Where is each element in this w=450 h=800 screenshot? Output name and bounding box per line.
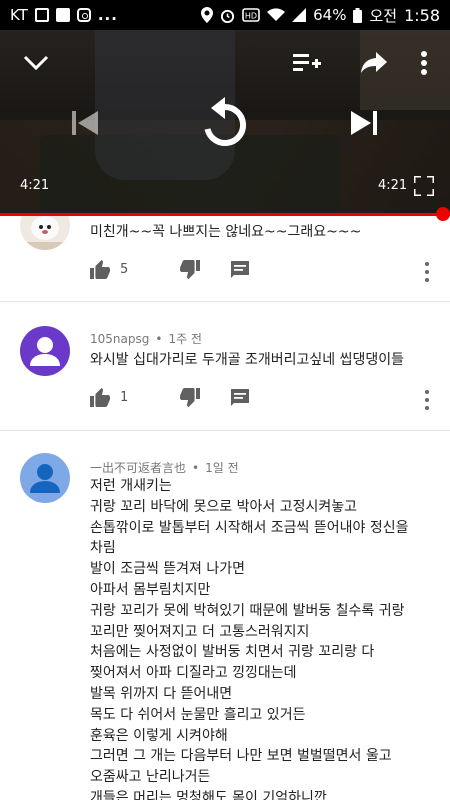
- default-user-avatar-icon: [30, 337, 60, 366]
- thumbs-down-icon: [180, 260, 201, 279]
- player-more-button[interactable]: [412, 45, 436, 81]
- svg-text:HD: HD: [245, 12, 257, 21]
- avatar[interactable]: [20, 326, 70, 376]
- battery-percent: 64%: [313, 6, 347, 24]
- share-icon: [361, 52, 387, 73]
- default-user-avatar-icon: [30, 464, 60, 493]
- avatar[interactable]: [20, 216, 70, 250]
- reply-button[interactable]: [231, 389, 250, 406]
- total-duration: 4:21: [378, 178, 408, 193]
- comment-meta: 一出不可返者言也 • 1일 전: [90, 459, 239, 476]
- alarm-icon: [221, 9, 235, 23]
- add-to-playlist-button[interactable]: [290, 47, 324, 79]
- reply-comment-icon: [231, 389, 250, 406]
- comment-author[interactable]: 一出不可返者言也: [90, 461, 186, 475]
- facebook-notification-icon: [55, 8, 70, 22]
- battery-icon: [353, 7, 363, 23]
- like-button[interactable]: 5: [90, 260, 128, 279]
- image-notification-icon: [34, 8, 49, 22]
- like-count: 5: [120, 262, 129, 277]
- next-button[interactable]: [349, 108, 379, 138]
- skip-previous-icon: [72, 111, 98, 135]
- video-player[interactable]: 4:21 4:21: [0, 30, 450, 214]
- comment-age: 1일 전: [205, 461, 239, 475]
- comment-item: 一出不可返者言也 • 1일 전 저런 개새키는 귀랑 꼬리 바닥에 못으로 박아서 …: [0, 431, 450, 800]
- thumbs-down-icon: [180, 388, 201, 407]
- elapsed-time: 4:21: [20, 178, 50, 193]
- time-ampm: 오전: [369, 6, 398, 25]
- carrier-label: KT: [10, 6, 28, 24]
- dislike-button[interactable]: [180, 388, 201, 407]
- like-button[interactable]: 1: [90, 388, 128, 407]
- fullscreen-icon: [414, 176, 434, 196]
- previous-button[interactable]: [70, 108, 100, 138]
- instagram-notification-icon: [76, 8, 91, 22]
- comment-more-button[interactable]: [420, 390, 434, 410]
- comment-age: 1주 전: [168, 332, 202, 346]
- fullscreen-button[interactable]: [412, 174, 436, 198]
- progress-scrubber[interactable]: [436, 207, 450, 221]
- more-notifications-indicator: ...: [97, 6, 118, 24]
- comment-item: 105napsg • 1주 전 와시발 십대가리로 두개골 조개버리고싶네 씹댕댕이…: [0, 302, 450, 431]
- comment-item: 미친개~~꼭 나쁘지는 않네요~~그래요~~~ 5: [0, 216, 450, 302]
- skip-next-icon: [351, 111, 377, 135]
- location-icon: [201, 7, 214, 23]
- hd-voice-icon: HD: [242, 8, 260, 22]
- clock: 1:58: [404, 5, 440, 25]
- status-bar: KT ... HD 64% 오전 1:58: [0, 0, 450, 30]
- comment-actions: 1: [90, 388, 250, 407]
- comment-actions: 5: [90, 260, 250, 279]
- comment-meta: 105napsg • 1주 전: [90, 330, 202, 347]
- minimize-button[interactable]: [20, 47, 52, 79]
- thumbs-up-icon: [90, 260, 110, 279]
- comment-author[interactable]: 105napsg: [90, 332, 149, 346]
- replay-button[interactable]: [195, 95, 255, 155]
- avatar[interactable]: [20, 453, 70, 503]
- like-count: 1: [120, 390, 129, 405]
- replay-icon: [204, 97, 247, 146]
- dog-photo-avatar-image: [20, 216, 70, 250]
- meta-separator: •: [155, 332, 163, 346]
- reply-comment-icon: [231, 261, 250, 278]
- comment-text: 저런 개새키는 귀랑 꼬리 바닥에 못으로 박아서 고정시켜놓고 손톱깎이로 발…: [90, 478, 409, 800]
- add-to-playlist-icon: [293, 54, 321, 71]
- comment-text: 와시발 십대가리로 두개골 조개버리고싶네 씹댕댕이들: [90, 352, 405, 368]
- comment-text: 미친개~~꼭 나쁘지는 않네요~~그래요~~~: [90, 224, 362, 240]
- more-icon: [421, 51, 427, 75]
- signal-icon: [292, 8, 307, 22]
- comments-list: 미친개~~꼭 나쁘지는 않네요~~그래요~~~ 5 105napsg • 1주 …: [0, 216, 450, 800]
- chevron-down-icon: [23, 55, 49, 71]
- comment-more-button[interactable]: [420, 262, 434, 282]
- share-button[interactable]: [358, 47, 390, 79]
- dislike-button[interactable]: [180, 260, 201, 279]
- meta-separator: •: [192, 461, 200, 475]
- thumbs-up-icon: [90, 388, 110, 407]
- progress-bar[interactable]: [0, 213, 450, 216]
- wifi-icon: [267, 8, 286, 21]
- reply-button[interactable]: [231, 261, 250, 278]
